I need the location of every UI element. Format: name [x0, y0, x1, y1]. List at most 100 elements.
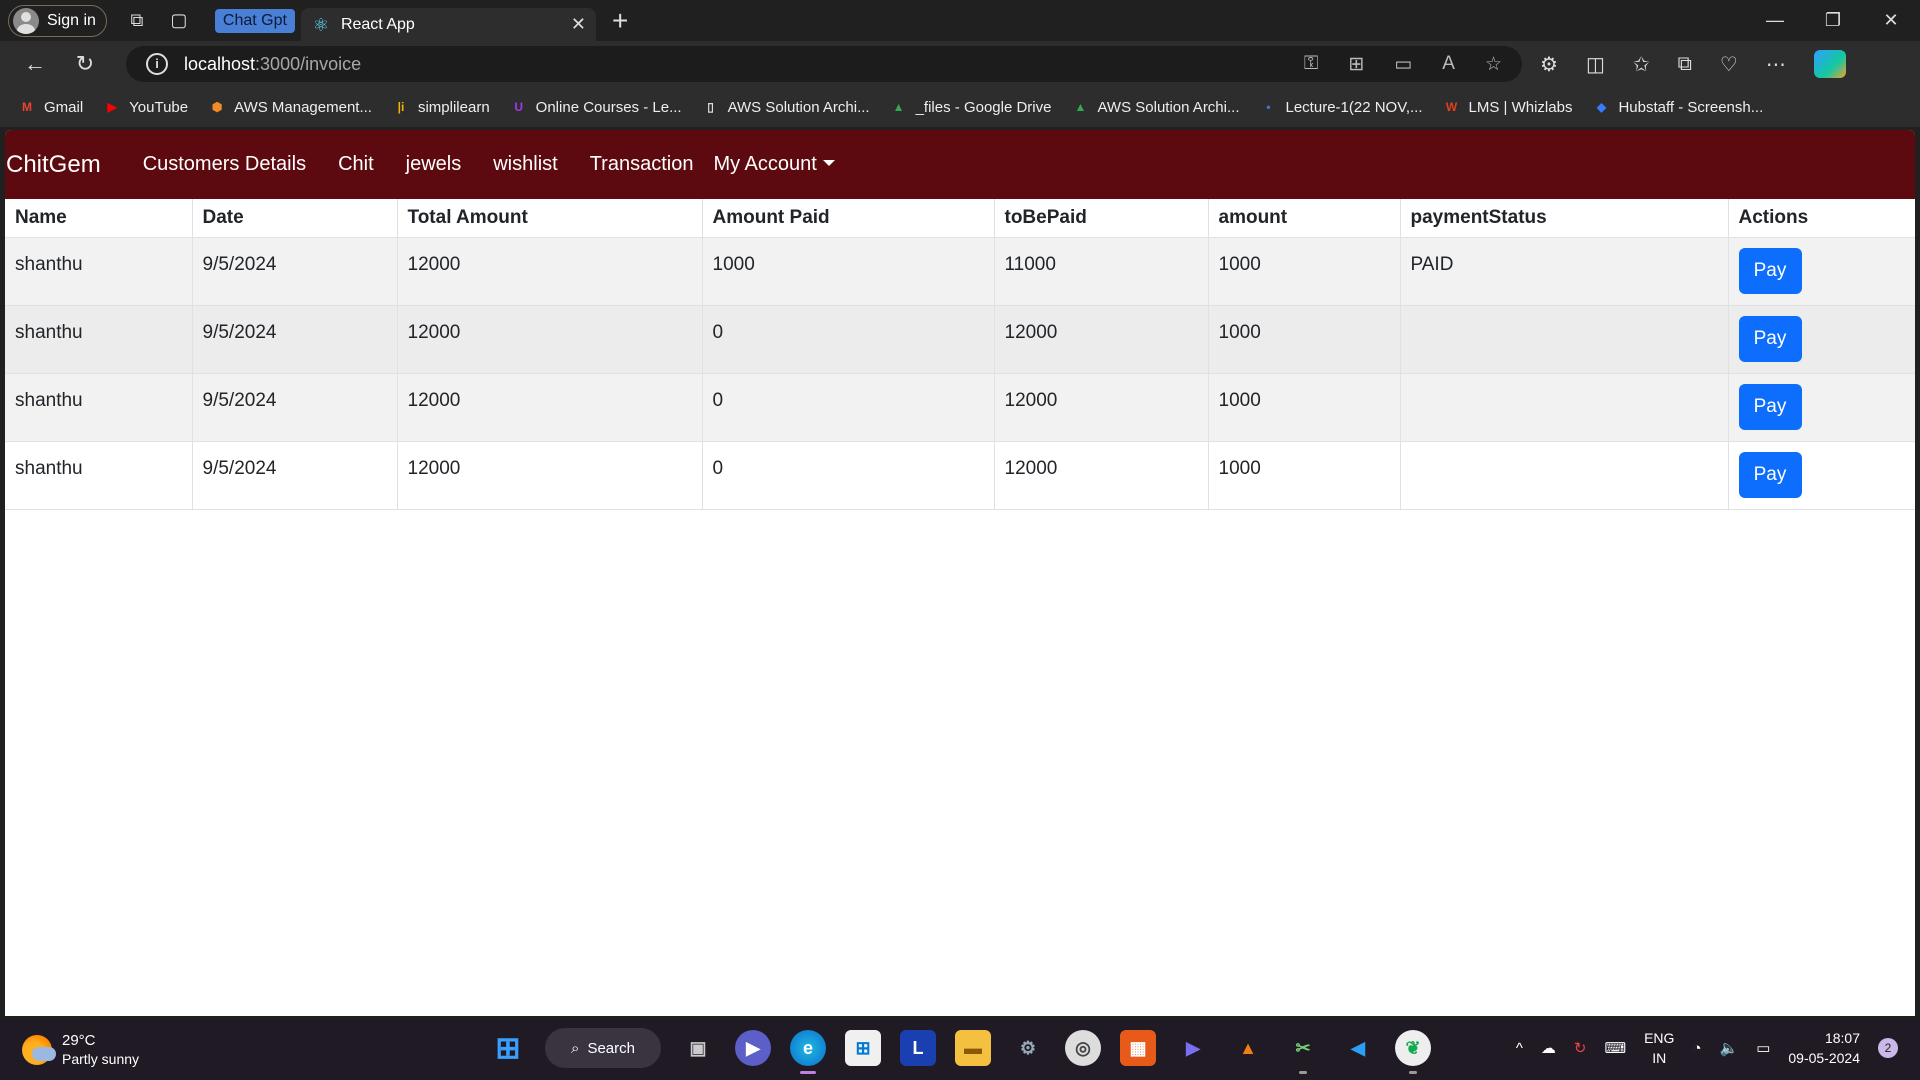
bookmark-item[interactable]: ⬢ AWS Management...	[208, 98, 372, 116]
cell-actions: Pay	[1728, 305, 1915, 374]
split-screen-icon[interactable]: ◫	[1586, 52, 1605, 77]
close-tab-icon[interactable]: ✕	[571, 14, 586, 35]
favorites-icon[interactable]: ✩	[1633, 52, 1650, 77]
url-text[interactable]: localhost:3000/invoice	[184, 54, 361, 75]
key-icon[interactable]: ⚿	[1304, 53, 1318, 76]
bookmark-item[interactable]: ▶ YouTube	[103, 98, 189, 116]
youtube-icon: ▶	[107, 100, 117, 114]
tab-actions-icon[interactable]: ▢	[167, 9, 191, 33]
language-indicator[interactable]: ENG IN	[1644, 1028, 1674, 1068]
cell-total-amount: 12000	[397, 373, 703, 442]
new-tab-button[interactable]: +	[612, 5, 628, 37]
wifi-icon[interactable]: ◔	[1692, 1040, 1701, 1057]
google-drive-icon: ▲	[1074, 100, 1087, 114]
file-explorer-icon[interactable]: ▬	[955, 1030, 991, 1066]
tab-group-chat-gpt[interactable]: Chat Gpt	[214, 8, 295, 33]
nav-jewels[interactable]: jewels	[406, 153, 462, 176]
more-options-icon[interactable]: ⋯	[1766, 52, 1786, 77]
read-aloud-icon[interactable]: A	[1442, 53, 1455, 76]
edge-browser-icon[interactable]: e	[790, 1030, 826, 1074]
address-bar[interactable]: i localhost:3000/invoice ⚿ ⊞ ▭ A ☆	[126, 46, 1522, 82]
volume-icon[interactable]: 🔈	[1720, 1039, 1739, 1057]
nav-transaction[interactable]: Transaction	[590, 153, 694, 176]
taskbar-search-label: Search	[587, 1039, 635, 1057]
invoice-table: Name Date Total Amount Amount Paid toBeP…	[5, 199, 1915, 510]
tab-react-app[interactable]: ⚛ React App ✕	[300, 8, 596, 41]
extensions-icon[interactable]: ⚙	[1540, 52, 1558, 77]
microsoft-store-icon[interactable]: ⊞	[845, 1030, 881, 1066]
nav-wishlist[interactable]: wishlist	[493, 153, 557, 176]
power-automate-icon[interactable]: ▶	[1175, 1030, 1211, 1066]
refresh-icon[interactable]: ↻	[70, 51, 100, 77]
bookmark-item[interactable]: ◆ Hubstaff - Screensh...	[1592, 98, 1763, 116]
taskbar-apps: ⊞ ⌕ Search ▣ ▶ e ⊞ L ▬ ⚙ ◎ ▦ ▶ ▲ ✂ ◀ ❦	[490, 1028, 1431, 1074]
globe-app-icon[interactable]: ◎	[1065, 1030, 1101, 1066]
bookmark-item[interactable]: ▲ _files - Google Drive	[890, 98, 1052, 116]
onedrive-icon[interactable]: ☁	[1541, 1039, 1556, 1057]
teams-chat-icon[interactable]: ▶	[735, 1030, 771, 1066]
wallet-icon[interactable]: ▭	[1394, 53, 1412, 76]
cell-payment-status	[1400, 441, 1729, 510]
pay-button[interactable]: Pay	[1738, 383, 1802, 430]
settings-gear-icon[interactable]: ⚙	[1010, 1030, 1046, 1066]
pay-button[interactable]: Pay	[1738, 315, 1802, 362]
site-info-icon[interactable]: i	[146, 53, 168, 75]
my-account-dropdown[interactable]: My Account	[713, 153, 834, 176]
notification-badge[interactable]: 2	[1878, 1038, 1898, 1058]
nav-chit[interactable]: Chit	[338, 153, 374, 176]
sign-in-button[interactable]: Sign in	[8, 4, 107, 37]
back-arrow-icon[interactable]: ←	[20, 51, 50, 77]
bookmark-item[interactable]: ▯ AWS Solution Archi...	[702, 98, 869, 116]
favorite-star-icon[interactable]: ☆	[1485, 53, 1502, 76]
bookmark-item[interactable]: W LMS | Whizlabs	[1443, 98, 1573, 116]
snipping-tool-icon[interactable]: ✂	[1285, 1030, 1321, 1074]
cell-to-be-paid: 12000	[994, 373, 1209, 442]
browser-essentials-icon[interactable]: ♡	[1720, 52, 1738, 77]
bookmark-item[interactable]: U Online Courses - Le...	[510, 98, 682, 116]
cell-amount: 1000	[1208, 373, 1401, 442]
header-to-be-paid: toBePaid	[994, 199, 1209, 238]
workspaces-icon[interactable]: ⧉	[125, 9, 149, 33]
bookmark-label: Online Courses - Le...	[535, 98, 682, 116]
keyboard-icon[interactable]: ⌨	[1604, 1039, 1626, 1057]
cell-amount-paid: 0	[702, 441, 995, 510]
weather-widget[interactable]: 29°C Partly sunny	[22, 1032, 139, 1068]
vscode-icon[interactable]: ◀	[1340, 1030, 1376, 1066]
close-window-icon[interactable]: ✕	[1862, 0, 1920, 41]
windows-start-icon[interactable]: ⊞	[490, 1030, 526, 1066]
sync-icon[interactable]: ↻	[1574, 1039, 1587, 1057]
bookmark-item[interactable]: |i simplilearn	[392, 98, 490, 116]
cell-name: shanthu	[5, 305, 193, 374]
nav-customers-details[interactable]: Customers Details	[143, 153, 306, 176]
pay-button[interactable]: Pay	[1738, 451, 1802, 498]
bookmark-item[interactable]: ▲ AWS Solution Archi...	[1071, 98, 1240, 116]
bookmarks-bar: M Gmail ▶ YouTube ⬢ AWS Management... |i simpli…	[0, 87, 1920, 127]
brand-logo[interactable]: ChitGem	[6, 151, 101, 179]
clock[interactable]: 18:07 09-05-2024	[1788, 1028, 1860, 1068]
restore-icon[interactable]: ❐	[1804, 0, 1862, 41]
show-hidden-icons-icon[interactable]: ^	[1516, 1040, 1523, 1057]
region-code: IN	[1652, 1050, 1667, 1066]
pay-button[interactable]: Pay	[1738, 247, 1802, 294]
bookmark-label: Gmail	[44, 98, 84, 116]
copilot-icon[interactable]	[1813, 50, 1846, 78]
bookmark-item[interactable]: M Gmail	[18, 98, 83, 116]
vlc-icon[interactable]: ▲	[1230, 1030, 1266, 1066]
l-app-icon[interactable]: L	[900, 1030, 936, 1066]
orange-app-icon[interactable]: ▦	[1120, 1030, 1156, 1066]
collections-icon[interactable]: ⧉	[1678, 53, 1692, 76]
partly-sunny-icon	[22, 1035, 56, 1065]
mongodb-compass-icon[interactable]: ❦	[1395, 1030, 1431, 1074]
header-amount: amount	[1208, 199, 1401, 238]
battery-icon[interactable]: ▭	[1756, 1039, 1770, 1057]
address-bar-actions: ⚿ ⊞ ▭ A ☆	[1304, 53, 1502, 76]
bookmark-item[interactable]: • Lecture-1(22 NOV,...	[1260, 98, 1422, 116]
google-drive-icon: ▲	[892, 100, 905, 114]
app-available-icon[interactable]: ⊞	[1348, 53, 1364, 76]
task-view-icon[interactable]: ▣	[680, 1030, 716, 1066]
cell-payment-status	[1400, 305, 1729, 374]
cell-actions: Pay	[1728, 441, 1915, 510]
taskbar-search[interactable]: ⌕ Search	[545, 1028, 661, 1068]
cell-name: shanthu	[5, 373, 193, 442]
minimize-icon[interactable]: —	[1746, 0, 1804, 41]
